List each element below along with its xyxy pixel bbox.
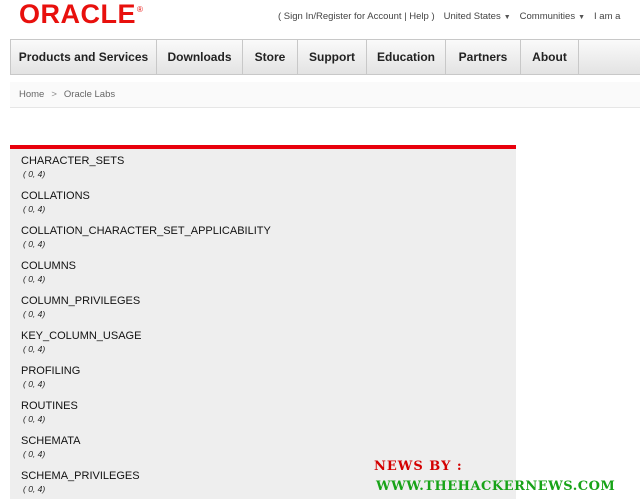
utility-link-label: ( Sign In/Register for Account | Help ) <box>278 11 435 22</box>
nav-tab-support[interactable]: Support <box>298 40 367 74</box>
table-row[interactable]: CHARACTER_SETS ( 0, 4) <box>21 154 501 180</box>
table-name: COLUMNS <box>21 260 77 272</box>
table-name: COLLATIONS <box>21 190 90 202</box>
table-info: ( 0, 4) <box>23 309 46 319</box>
table-info: ( 0, 4) <box>23 274 46 284</box>
table-row[interactable]: COLLATIONS ( 0, 4) <box>21 189 501 215</box>
table-info: ( 0, 4) <box>23 344 46 354</box>
watermark-label: NEWS BY : <box>374 459 463 474</box>
utility-link-3[interactable]: I am a <box>594 11 620 22</box>
table-name: PROFILING <box>21 365 81 377</box>
table-name: SCHEMATA <box>21 435 81 447</box>
table-row[interactable]: COLLATION_CHARACTER_SET_APPLICABILITY ( 0… <box>21 224 501 250</box>
table-info: ( 0, 4) <box>23 169 46 179</box>
table-info: ( 0, 4) <box>23 379 46 389</box>
table-row[interactable]: KEY_COLUMN_USAGE ( 0, 4) <box>21 329 501 355</box>
table-name: COLLATION_CHARACTER_SET_APPLICABILITY <box>21 225 271 237</box>
table-name: CHARACTER_SETS <box>21 155 125 167</box>
table-info: ( 0, 4) <box>23 204 46 214</box>
table-list-panel: CHARACTER_SETS( 0, 4) COLLATIONS( 0, 4) CO… <box>10 145 516 499</box>
logo-text: ORACLE <box>19 0 136 29</box>
table-name: COLUMN_PRIVILEGES <box>21 295 141 307</box>
table-info: ( 0, 4) <box>23 239 46 249</box>
nav-tab-products-and-services[interactable]: Products and Services <box>11 40 157 74</box>
breadcrumb: Home > Oracle Labs <box>10 82 640 108</box>
breadcrumb-separator: > <box>51 89 57 100</box>
table-name: KEY_COLUMN_USAGE <box>21 330 142 342</box>
utility-link-2[interactable]: Communities ▼ <box>520 11 585 22</box>
main-navigation: Products and Services Downloads Store Suppo… <box>10 39 640 75</box>
nav-tab-education[interactable]: Education <box>367 40 446 74</box>
utility-link-label: Communities <box>519 11 576 22</box>
caret-down-icon: ▼ <box>578 14 586 21</box>
utility-link-0[interactable]: ( Sign In/Register for Account | Help ) <box>278 11 435 22</box>
caret-down-icon: ▼ <box>503 14 511 21</box>
table-row[interactable]: COLUMN_PRIVILEGES ( 0, 4) <box>21 294 501 320</box>
breadcrumb-home[interactable]: Home <box>19 89 44 100</box>
breadcrumb-current[interactable]: Oracle Labs <box>64 89 115 100</box>
table-row[interactable]: COLUMNS ( 0, 4) <box>21 259 501 285</box>
nav-tab-about[interactable]: About <box>521 40 579 74</box>
utility-link-1[interactable]: United States ▼ <box>444 11 511 22</box>
utility-link-label: United States <box>443 11 501 22</box>
table-row[interactable]: SCHEMATA( 0, 4) <box>21 434 501 460</box>
table-info: ( 0, 4) <box>23 414 46 424</box>
registered-mark: ® <box>137 5 144 14</box>
table-row[interactable]: PROFILING ( 0, 4) <box>21 364 501 390</box>
nav-tab-store[interactable]: Store <box>243 40 298 74</box>
table-row[interactable]: ROUTINES ( 0, 4) <box>21 399 501 425</box>
table-name: ROUTINES <box>21 400 78 412</box>
utility-links: ( Sign In/Register for Account | Help ) U… <box>278 11 640 22</box>
utility-link-label: I am a <box>594 11 621 22</box>
nav-tab-downloads[interactable]: Downloads <box>157 40 243 74</box>
watermark-url: WWW.THEHACKERNEWS.COM <box>376 479 616 494</box>
oracle-logo[interactable]: ORACLE® <box>19 0 143 30</box>
nav-tab-partners[interactable]: Partners <box>446 40 521 74</box>
